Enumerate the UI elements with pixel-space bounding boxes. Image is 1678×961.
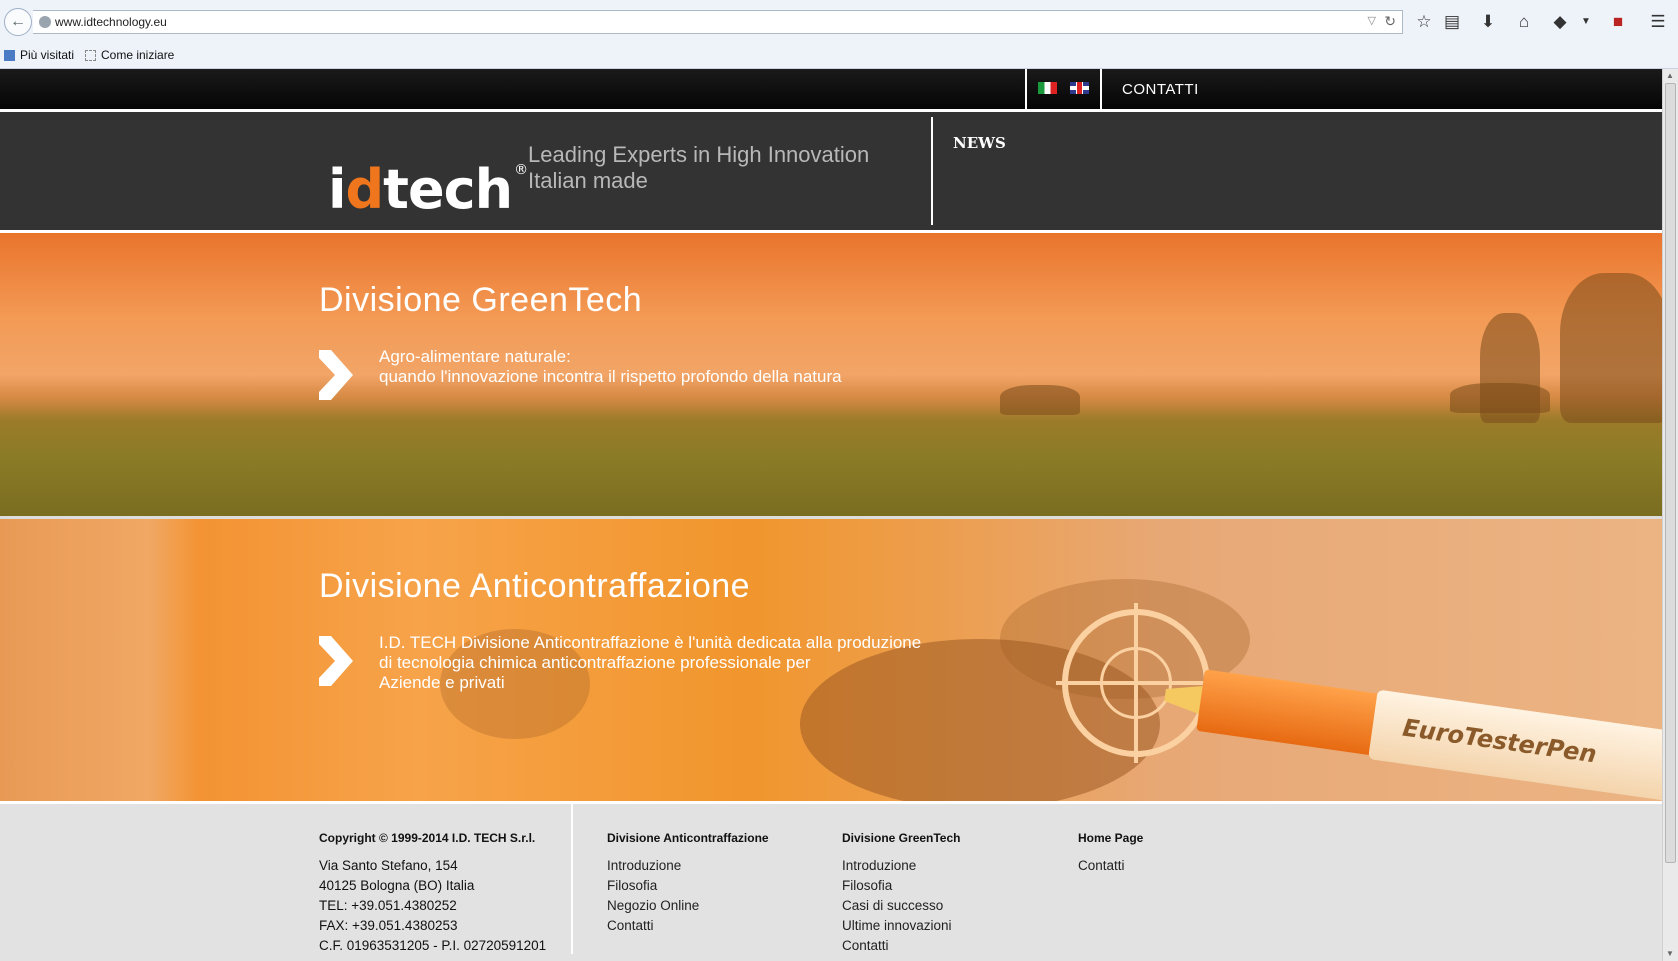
footer-link[interactable]: Introduzione: [607, 856, 769, 876]
dropdown-triangle-icon[interactable]: ▽: [1368, 14, 1376, 27]
scroll-down-icon[interactable]: ▼: [1666, 949, 1674, 958]
top-bar: CONTATTI: [0, 69, 1662, 112]
extension-icon[interactable]: ◆: [1548, 10, 1572, 34]
footer-link[interactable]: Negozio Online: [607, 896, 769, 916]
footer-link[interactable]: Contatti: [842, 936, 960, 956]
registered-mark: ®: [514, 162, 528, 178]
bookmark-getting-started[interactable]: Come iniziare: [85, 48, 174, 62]
greentech-banner[interactable]: Divisione GreenTech Agro-alimentare natu…: [0, 233, 1662, 516]
bookmarks-toolbar: Più visitati Come iniziare: [0, 44, 1678, 68]
footer-link[interactable]: Casi di successo: [842, 896, 960, 916]
footer-link[interactable]: Contatti: [1078, 856, 1143, 876]
tree-silhouette: [1000, 385, 1080, 415]
footer-link[interactable]: Contatti: [607, 916, 769, 936]
description-line: Agro-alimentare naturale:: [379, 347, 571, 366]
tester-pen-image: EuroTesterPen: [1160, 660, 1662, 801]
anticontraffazione-title[interactable]: Divisione Anticontraffazione: [319, 567, 750, 606]
description-line: di tecnologia chimica anticontraffazione…: [379, 653, 811, 672]
footer-link[interactable]: Filosofia: [607, 876, 769, 896]
menu-icon[interactable]: ☰: [1646, 10, 1670, 34]
bookmark-label: Come iniziare: [101, 48, 175, 62]
tree-silhouette: [1450, 383, 1550, 413]
download-arrow-icon[interactable]: ⬇: [1476, 10, 1500, 34]
tagline: Leading Experts in High Innovation Itali…: [528, 142, 869, 194]
footer-link[interactable]: Introduzione: [842, 856, 960, 876]
tree-silhouette: [1560, 273, 1662, 423]
footer-col-anticontraffazione: Divisione Anticontraffazione Introduzion…: [607, 828, 769, 936]
fax-line: FAX: +39.051.4380253: [319, 918, 458, 933]
site-header: idtech ® Leading Experts in High Innovati…: [0, 112, 1662, 233]
idtech-logo[interactable]: idtech ®: [328, 140, 528, 221]
footer-company-info: Copyright © 1999-2014 I.D. TECH S.r.l. V…: [319, 828, 546, 956]
address-bar[interactable]: www.idtechnology.eu ▽ ↻: [33, 10, 1403, 34]
header-divider: [931, 117, 933, 225]
company-suffix: S.r.l.: [509, 831, 536, 845]
reload-icon[interactable]: ↻: [1384, 13, 1396, 30]
copyright-line: Copyright © 1999-2014 I.D. TECH S.r.l.: [319, 828, 546, 848]
footer-link[interactable]: Filosofia: [842, 876, 960, 896]
address-line: 40125 Bologna (BO) Italia: [319, 878, 475, 893]
footer-col-greentech: Divisione GreenTech Introduzione Filosof…: [842, 828, 960, 956]
bookmark-folder-icon: [4, 50, 15, 61]
vertical-scrollbar[interactable]: ▲ ▼: [1662, 69, 1678, 961]
logo-suffix: tech: [383, 158, 513, 221]
language-selector: [1025, 69, 1102, 109]
italian-flag-icon[interactable]: [1038, 82, 1057, 94]
footer-link[interactable]: Ultime innovazioni: [842, 916, 960, 936]
anticontraffazione-banner[interactable]: EuroTesterPen Divisione Anticontraffazio…: [0, 519, 1662, 801]
home-icon[interactable]: ⌂: [1512, 10, 1536, 34]
url-text[interactable]: www.idtechnology.eu: [55, 15, 167, 29]
description-line: quando l'innovazione incontra il rispett…: [379, 367, 842, 386]
tagline-line: Italian made: [528, 168, 648, 193]
site-footer: Copyright © 1999-2014 I.D. TECH S.r.l. V…: [0, 801, 1662, 961]
greentech-description: Agro-alimentare naturale: quando l'innov…: [379, 347, 842, 387]
copyright-prefix: Copyright © 1999-2014: [319, 831, 449, 845]
description-line: I.D. TECH Divisione Anticontraffazione è…: [379, 633, 922, 652]
bookmark-most-visited[interactable]: Più visitati: [4, 48, 74, 62]
chevron-right-icon[interactable]: [319, 636, 353, 686]
reading-list-icon[interactable]: ▤: [1440, 10, 1464, 34]
chevron-down-icon[interactable]: ▼: [1574, 10, 1598, 34]
scrollbar-thumb[interactable]: [1665, 83, 1676, 863]
navigation-toolbar: ← www.idtechnology.eu ▽ ↻ ☆ ▤ ⬇ ⌂ ◆ ▼ ■ …: [0, 0, 1678, 44]
footer-heading[interactable]: Home Page: [1078, 828, 1143, 848]
greentech-title[interactable]: Divisione GreenTech: [319, 281, 642, 320]
logo-prefix: i: [328, 158, 346, 221]
address-line: Via Santo Stefano, 154: [319, 858, 458, 873]
tagline-line: Leading Experts in High Innovation: [528, 142, 870, 167]
company-name: I.D. TECH: [451, 831, 507, 845]
bookmark-label: Più visitati: [20, 48, 75, 62]
logo-highlight: d: [345, 158, 385, 221]
footer-col-home: Home Page Contatti: [1078, 828, 1143, 876]
addon-icon[interactable]: ■: [1606, 10, 1630, 34]
tax-id-line: C.F. 01963531205 - P.I. 02720591201: [319, 938, 547, 953]
footer-heading[interactable]: Divisione GreenTech: [842, 828, 960, 848]
footer-heading[interactable]: Divisione Anticontraffazione: [607, 828, 769, 848]
phone-line: TEL: +39.051.4380252: [319, 898, 457, 913]
scroll-up-icon[interactable]: ▲: [1666, 71, 1674, 80]
anticontraffazione-description: I.D. TECH Divisione Anticontraffazione è…: [379, 633, 921, 693]
browser-chrome: ← www.idtechnology.eu ▽ ↻ ☆ ▤ ⬇ ⌂ ◆ ▼ ■ …: [0, 0, 1678, 69]
chevron-right-icon[interactable]: [319, 350, 353, 400]
web-page: CONTATTI idtech ® Leading Experts in High…: [0, 69, 1662, 961]
news-heading: NEWS: [953, 134, 1006, 152]
globe-icon: [39, 16, 51, 28]
footer-divider: [571, 804, 573, 954]
page-icon: [85, 50, 96, 61]
contatti-link[interactable]: CONTATTI: [1122, 81, 1199, 98]
bookmark-star-icon[interactable]: ☆: [1412, 10, 1436, 34]
back-arrow-icon[interactable]: ←: [4, 8, 32, 36]
english-flag-icon[interactable]: [1070, 82, 1089, 94]
description-line: Aziende e privati: [379, 673, 505, 692]
